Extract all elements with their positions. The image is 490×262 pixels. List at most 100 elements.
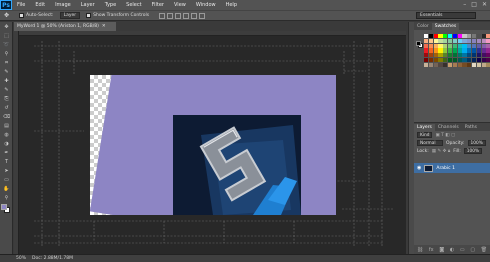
color-swatch[interactable] — [428, 62, 434, 68]
color-swatch[interactable] — [447, 48, 453, 53]
color-swatch[interactable] — [447, 62, 453, 68]
align-center-icon[interactable] — [191, 12, 198, 19]
color-swatch[interactable] — [471, 43, 477, 48]
color-swatch[interactable] — [424, 34, 429, 39]
color-swatch[interactable] — [486, 43, 490, 48]
color-swatch[interactable] — [457, 38, 462, 44]
color-swatch[interactable] — [428, 43, 434, 48]
menu-layer[interactable]: Layer — [76, 2, 100, 8]
layer-kind-dropdown[interactable]: Kind — [417, 132, 433, 138]
blend-mode-dropdown[interactable]: Normal — [417, 140, 443, 146]
menu-help[interactable]: Help — [221, 2, 242, 8]
color-swatch[interactable] — [438, 38, 443, 44]
canvas-area[interactable] — [14, 31, 406, 254]
transform-controls-checkbox[interactable]: Show Transform Controls — [86, 13, 149, 18]
minimize-button[interactable]: – — [463, 1, 466, 8]
blur-icon[interactable]: ◍ — [1, 131, 12, 139]
tab-paths[interactable]: Paths — [462, 124, 480, 131]
quick-select-icon[interactable]: ⚲ — [1, 50, 12, 58]
color-swatch[interactable] — [452, 62, 458, 68]
color-swatch[interactable] — [467, 43, 472, 48]
type-tool-icon[interactable]: T — [1, 158, 12, 166]
color-swatch[interactable] — [443, 38, 448, 44]
color-swatch[interactable] — [462, 62, 467, 68]
color-swatch[interactable] — [452, 48, 458, 53]
color-swatch[interactable] — [438, 57, 443, 63]
color-swatch[interactable] — [433, 57, 438, 63]
color-swatch[interactable] — [471, 62, 477, 68]
color-swatch[interactable] — [424, 38, 429, 44]
tab-layers[interactable]: Layers — [414, 124, 435, 131]
move-tool-preset-icon[interactable]: ✥ — [4, 12, 13, 19]
align-left-icon[interactable] — [183, 12, 190, 19]
move-tool-icon[interactable]: ✥ — [1, 23, 12, 31]
menu-type[interactable]: Type — [100, 2, 121, 8]
zoom-level[interactable]: 50% — [16, 256, 26, 261]
color-swatch[interactable] — [467, 48, 472, 53]
color-swatch[interactable] — [443, 62, 448, 68]
color-swatch[interactable] — [424, 62, 429, 68]
color-swatch[interactable] — [452, 53, 458, 58]
color-swatch[interactable] — [471, 34, 477, 39]
color-swatch[interactable] — [476, 57, 482, 63]
color-swatch[interactable] — [443, 53, 448, 58]
color-picker-icon[interactable] — [1, 204, 12, 214]
color-swatch[interactable] — [471, 38, 477, 44]
menu-image[interactable]: Image — [50, 2, 76, 8]
hand-tool-icon[interactable]: ✋ — [1, 185, 12, 193]
color-swatch[interactable] — [447, 34, 453, 39]
link-layers-icon[interactable]: ⛓ — [417, 247, 423, 253]
path-select-icon[interactable]: ➤ — [1, 167, 12, 175]
color-swatch[interactable] — [424, 48, 429, 53]
menu-filter[interactable]: Filter — [147, 2, 169, 8]
align-top-icon[interactable] — [159, 12, 166, 19]
align-right-icon[interactable] — [199, 12, 206, 19]
color-swatch[interactable] — [447, 43, 453, 48]
gradient-icon[interactable]: ▤ — [1, 122, 12, 130]
color-swatch[interactable] — [457, 34, 462, 39]
eyedropper-icon[interactable]: ✎ — [1, 68, 12, 76]
color-swatch[interactable] — [486, 48, 490, 53]
color-swatch[interactable] — [471, 57, 477, 63]
color-swatch[interactable] — [452, 38, 458, 44]
marquee-tool-icon[interactable]: ⬚ — [1, 32, 12, 40]
clone-stamp-icon[interactable]: ⎘ — [1, 95, 12, 103]
color-swatch[interactable] — [428, 38, 434, 44]
close-window-button[interactable]: ✕ — [482, 1, 487, 8]
color-swatch[interactable] — [447, 53, 453, 58]
color-swatch[interactable] — [443, 57, 448, 63]
color-swatch[interactable] — [438, 53, 443, 58]
history-brush-icon[interactable]: ↺ — [1, 104, 12, 112]
color-swatch[interactable] — [438, 48, 443, 53]
opacity-field[interactable]: 100% — [467, 140, 486, 146]
color-swatch[interactable] — [476, 53, 482, 58]
color-swatch[interactable] — [476, 38, 482, 44]
color-swatch[interactable] — [486, 38, 490, 44]
color-swatch[interactable] — [486, 62, 490, 68]
brush-tool-icon[interactable]: ✎ — [1, 86, 12, 94]
color-swatch[interactable] — [452, 57, 458, 63]
color-swatch[interactable] — [462, 48, 467, 53]
color-swatch[interactable] — [471, 48, 477, 53]
color-swatch[interactable] — [471, 53, 477, 58]
menu-file[interactable]: File — [12, 2, 30, 8]
color-swatch[interactable] — [481, 57, 486, 63]
lock-icons[interactable]: ▦ ✎ ✥ 🔒︎ — [432, 148, 450, 154]
close-tab-icon[interactable]: ✕ — [102, 24, 106, 29]
color-swatch[interactable] — [457, 43, 462, 48]
color-swatch[interactable] — [424, 57, 429, 63]
color-swatch[interactable] — [467, 34, 472, 39]
fill-field[interactable]: 100% — [463, 148, 483, 154]
color-swatch[interactable] — [481, 34, 486, 39]
color-swatch[interactable] — [433, 53, 438, 58]
shape-tool-icon[interactable]: ▭ — [1, 176, 12, 184]
menu-window[interactable]: Window — [191, 2, 221, 8]
color-swatch[interactable] — [457, 48, 462, 53]
color-swatch[interactable] — [428, 57, 434, 63]
healing-brush-icon[interactable]: ✚ — [1, 77, 12, 85]
adjustment-icon[interactable]: ◐ — [450, 247, 454, 253]
color-swatch[interactable] — [424, 53, 429, 58]
workspace-dropdown[interactable]: Essentials — [416, 12, 476, 19]
color-swatch[interactable] — [438, 62, 443, 68]
auto-select-dropdown[interactable]: Layer — [59, 12, 81, 19]
